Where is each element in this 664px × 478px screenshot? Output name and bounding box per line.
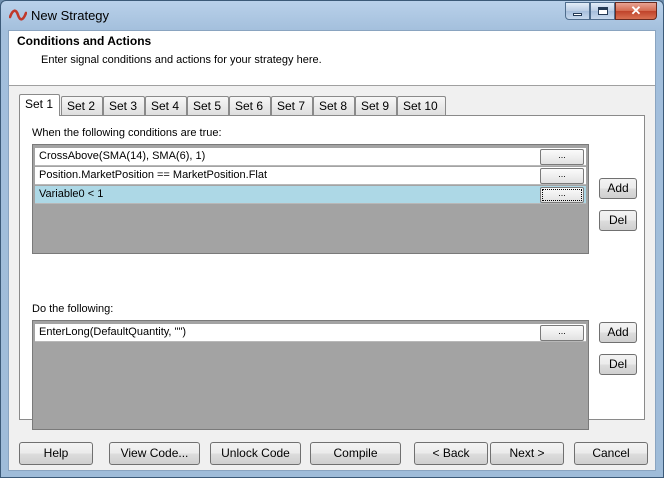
- unlock-code-button[interactable]: Unlock Code: [210, 442, 301, 465]
- wizard-header: Conditions and Actions Enter signal cond…: [9, 31, 655, 86]
- view-code-button[interactable]: View Code...: [109, 442, 200, 465]
- tab-panel-set-1: When the following conditions are true: …: [19, 115, 645, 430]
- delete-condition-button[interactable]: Del: [599, 210, 637, 231]
- add-action-button[interactable]: Add: [599, 322, 637, 343]
- ninja-wave-icon: [9, 9, 27, 21]
- tab-set-6[interactable]: Set 6: [229, 96, 271, 115]
- minimize-button[interactable]: [565, 2, 590, 20]
- condition-row-1[interactable]: CrossAbove(SMA(14), SMA(6), 1) ...: [35, 148, 586, 166]
- page-title: Conditions and Actions: [17, 34, 152, 48]
- compile-button[interactable]: Compile: [310, 442, 401, 465]
- help-button[interactable]: Help: [19, 442, 93, 465]
- close-button[interactable]: ✕: [615, 2, 657, 20]
- wizard-client-area: Conditions and Actions Enter signal cond…: [8, 30, 656, 471]
- window-controls: ✕: [565, 2, 657, 20]
- page-subtitle: Enter signal conditions and actions for …: [41, 54, 322, 66]
- tab-set-8[interactable]: Set 8: [313, 96, 355, 115]
- cancel-button[interactable]: Cancel: [574, 442, 648, 465]
- title-bar[interactable]: New Strategy ✕: [1, 1, 663, 29]
- tab-set-4[interactable]: Set 4: [145, 96, 187, 115]
- next-button[interactable]: Next >: [490, 442, 564, 465]
- maximize-icon: [597, 7, 608, 15]
- condition-row-3[interactable]: Variable0 < 1 ...: [35, 186, 586, 204]
- condition-text: Position.MarketPosition == MarketPositio…: [39, 169, 268, 181]
- add-condition-button[interactable]: Add: [599, 178, 637, 199]
- close-icon: ✕: [630, 3, 642, 18]
- edit-action-button[interactable]: ...: [540, 325, 584, 341]
- action-row-1[interactable]: EnterLong(DefaultQuantity, "") ...: [35, 324, 586, 342]
- action-text: EnterLong(DefaultQuantity, ""): [39, 326, 187, 338]
- tab-set-1[interactable]: Set 1: [19, 94, 60, 116]
- window-title: New Strategy: [31, 8, 110, 23]
- tab-set-10[interactable]: Set 10: [397, 96, 446, 115]
- conditions-label: When the following conditions are true:: [32, 127, 222, 139]
- maximize-button[interactable]: [590, 2, 615, 20]
- actions-grid[interactable]: EnterLong(DefaultQuantity, "") ...: [32, 320, 589, 430]
- condition-text: CrossAbove(SMA(14), SMA(6), 1): [39, 150, 206, 162]
- tab-set-5[interactable]: Set 5: [187, 96, 229, 115]
- minimize-icon: [573, 12, 582, 16]
- edit-condition-button[interactable]: ...: [540, 149, 584, 165]
- condition-row-2[interactable]: Position.MarketPosition == MarketPositio…: [35, 167, 586, 185]
- new-strategy-window: New Strategy ✕ Conditions and Actions En…: [0, 0, 664, 478]
- tab-set-3[interactable]: Set 3: [103, 96, 145, 115]
- edit-condition-button[interactable]: ...: [540, 168, 584, 184]
- back-button[interactable]: < Back: [414, 442, 488, 465]
- conditions-grid[interactable]: CrossAbove(SMA(14), SMA(6), 1) ... Posit…: [32, 144, 589, 254]
- tab-set-2[interactable]: Set 2: [61, 96, 103, 115]
- edit-condition-button[interactable]: ...: [540, 187, 584, 203]
- tab-set-9[interactable]: Set 9: [355, 96, 397, 115]
- delete-action-button[interactable]: Del: [599, 354, 637, 375]
- condition-text: Variable0 < 1: [39, 188, 104, 200]
- actions-label: Do the following:: [32, 303, 114, 315]
- tab-set-7[interactable]: Set 7: [271, 96, 313, 115]
